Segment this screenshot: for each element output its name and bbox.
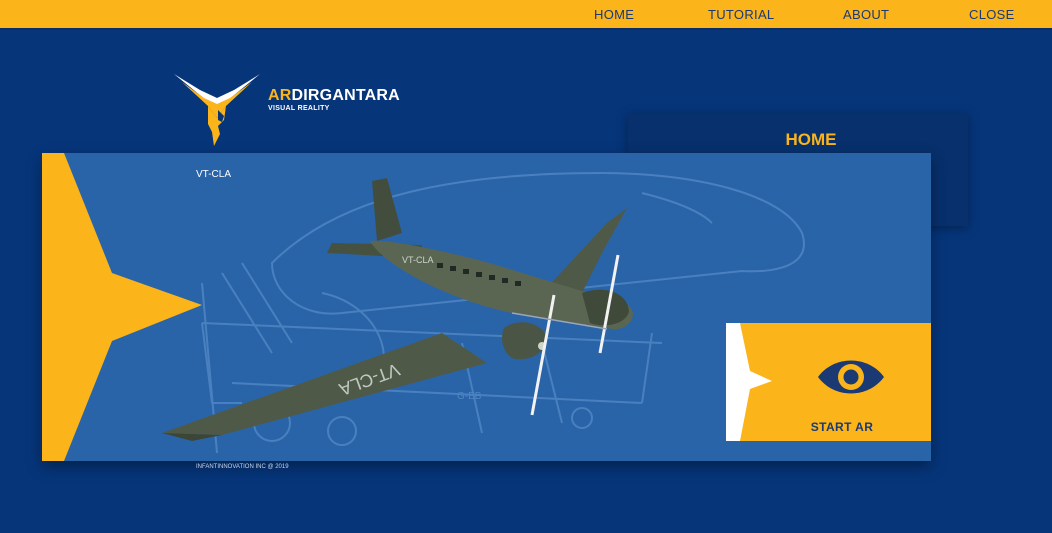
- copyright-text: INFANTINNOVATION INC @ 2019: [196, 464, 289, 470]
- brand-title: ARDIRGANTARA: [268, 87, 400, 105]
- ardirgantara-logo-icon: [174, 74, 260, 146]
- eye-icon: [818, 360, 884, 394]
- fuselage-registration: VT-CLA: [402, 255, 434, 265]
- nav-tutorial[interactable]: TUTORIAL: [708, 7, 774, 22]
- top-nav-bar: HOME TUTORIAL ABOUT CLOSE: [0, 0, 1052, 30]
- brand-subtitle: VISUAL REALITY: [268, 105, 330, 112]
- nav-close[interactable]: CLOSE: [969, 7, 1015, 22]
- brand-title-rest: DIRGANTARA: [291, 87, 400, 104]
- nav-home[interactable]: HOME: [594, 7, 634, 22]
- page-title: HOME: [785, 130, 837, 149]
- brand: ARDIRGANTARA VISUAL REALITY: [268, 87, 400, 112]
- brand-title-accent: AR: [268, 87, 292, 104]
- nav-about[interactable]: ABOUT: [843, 7, 889, 22]
- start-ar-button[interactable]: START AR: [726, 323, 931, 441]
- start-ar-label: START AR: [810, 420, 874, 434]
- model-label: VT-CLA: [196, 169, 232, 180]
